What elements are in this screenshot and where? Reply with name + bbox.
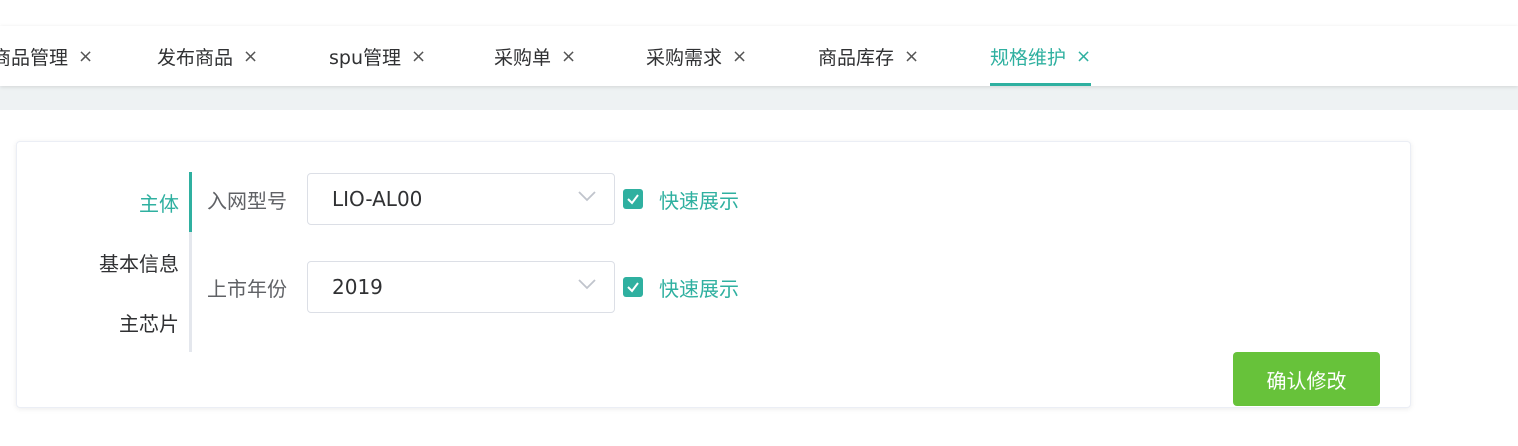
top-strip (0, 0, 1518, 26)
model-select[interactable]: LIO-AL00 (307, 173, 615, 225)
year-select[interactable]: 2019 (307, 261, 615, 313)
tab-product-inventory[interactable]: 商品库存 × (818, 26, 919, 86)
close-icon[interactable]: × (78, 46, 93, 67)
nav-item-main[interactable]: 主体 (139, 172, 179, 232)
close-icon[interactable]: × (561, 46, 576, 67)
tab-purchase-demand[interactable]: 采购需求 × (646, 26, 747, 86)
quick-show-checkbox[interactable] (623, 189, 643, 209)
tab-purchase-order[interactable]: 采购单 × (494, 26, 576, 86)
check-icon (627, 282, 639, 293)
tab-label: 采购需求 (646, 46, 723, 69)
spec-card: 主体 基本信息 主芯片 入网型号 LIO-AL00 快速展示 上市年份 2019 (16, 141, 1411, 408)
tab-label: 商品管理 (0, 46, 69, 69)
tab-label: 规格维护 (990, 46, 1067, 69)
chevron-down-icon (578, 191, 596, 202)
close-icon[interactable]: × (904, 46, 919, 67)
tab-label: 商品库存 (818, 46, 895, 69)
tab-label: spu管理 (329, 46, 402, 69)
nav-item-main-chip[interactable]: 主芯片 (119, 292, 179, 352)
model-label: 入网型号 (207, 188, 287, 213)
tab-spu-manage[interactable]: spu管理 × (329, 26, 426, 86)
nav-active-indicator (189, 172, 192, 232)
tab-product-manage[interactable]: 商品管理 × (0, 26, 93, 86)
tab-spec-maintenance[interactable]: 规格维护 × (990, 26, 1092, 86)
close-icon[interactable]: × (243, 46, 258, 67)
quick-show-checkbox[interactable] (623, 277, 643, 297)
check-icon (627, 194, 639, 205)
close-icon[interactable]: × (1076, 46, 1091, 67)
close-icon[interactable]: × (732, 46, 747, 67)
tab-bar: 商品管理 × 发布商品 × spu管理 × 采购单 × 采购需求 × 商品库存 … (0, 26, 1518, 86)
form-row-year: 上市年份 2019 快速展示 (207, 260, 739, 314)
tab-label: 采购单 (494, 46, 552, 69)
model-select-value: LIO-AL00 (332, 187, 423, 211)
tab-publish-product[interactable]: 发布商品 × (157, 26, 258, 86)
tab-label: 发布商品 (157, 46, 234, 69)
confirm-edit-button[interactable]: 确认修改 (1233, 352, 1380, 406)
quick-show-label[interactable]: 快速展示 (659, 185, 739, 214)
form-row-model: 入网型号 LIO-AL00 快速展示 (207, 172, 739, 226)
year-label: 上市年份 (207, 276, 287, 301)
quick-show-label[interactable]: 快速展示 (659, 273, 739, 302)
year-select-value: 2019 (332, 275, 383, 299)
close-icon[interactable]: × (411, 46, 426, 67)
nav-item-basic-info[interactable]: 基本信息 (99, 232, 179, 292)
spec-group-nav: 主体 基本信息 主芯片 (17, 172, 207, 352)
content-band (0, 86, 1518, 110)
chevron-down-icon (578, 279, 596, 290)
